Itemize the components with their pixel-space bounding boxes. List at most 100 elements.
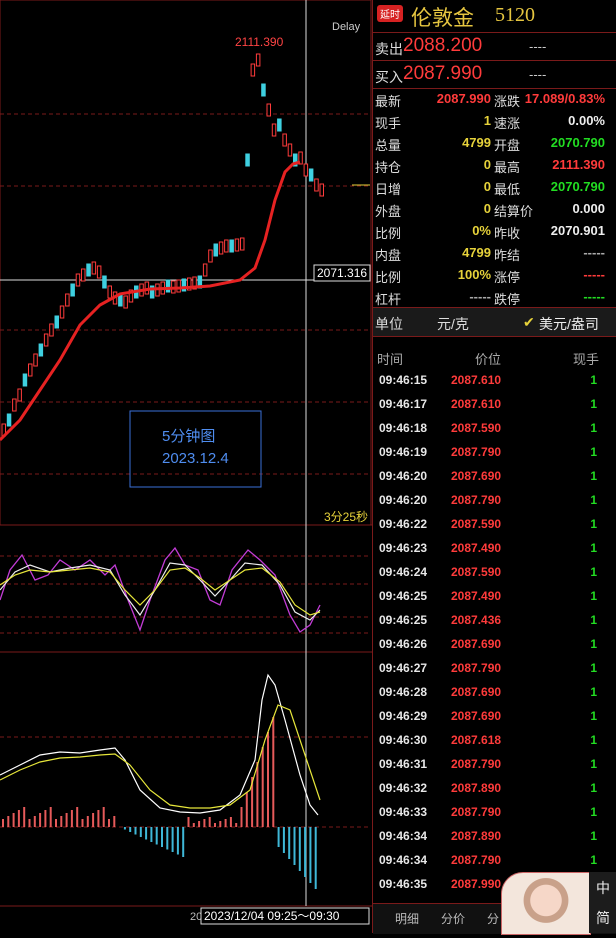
tick-volume: 1 [590,373,597,387]
candle [12,398,17,412]
candle [6,413,12,427]
price-grid [0,113,370,828]
tick-row: 09:46:19 2087.790 1 [373,440,616,464]
macd-bar [224,819,227,827]
tick-price: 2087.790 [451,805,502,819]
candle [277,118,282,132]
sell-quote-row: 卖出 2088.200 ---- [373,33,616,61]
candle [287,143,293,157]
units-bar: 单位 元/克 ✔ 美元/盎司 [373,307,616,337]
candle [65,293,70,307]
macd-bar [60,816,63,827]
tick-row: 09:46:29 2087.690 1 [373,704,616,728]
candle [107,285,112,299]
macd-bar [108,819,110,827]
side-toggle-bottom[interactable]: 简 [589,908,616,928]
tab-detail[interactable]: 明细 [395,910,419,927]
candle [255,53,261,67]
kline-chart[interactable]: 2111.390 Delay 2071.316 5分钟图 2023.12.4 3… [0,0,372,933]
tick-list: 时间 价位 现手 09:46:15 2087.610 1 09:46:17 2087.6… [373,346,616,896]
candle [213,243,218,257]
candle [81,268,86,282]
stat-value: 0 [483,157,491,172]
stat-label: 跌停 [494,292,521,307]
stats-grid: 最新 2087.990 涨跌 17.089/0.83% 现手 1 速涨 0.00% 总量 4799… [373,88,616,308]
buy-price: 2087.990 [403,63,483,84]
macd-bar [245,792,248,827]
tab-partial[interactable]: 分 [487,910,499,927]
macd-bar [155,827,158,845]
units-option-usd[interactable]: 美元/盎司 [539,314,599,334]
sell-price: 2088.200 [403,35,483,56]
instrument-code: 5120 [495,4,535,26]
tick-volume: 1 [590,733,597,747]
sell-volume: ---- [529,39,547,54]
candle [250,63,256,77]
macd-bar [298,827,301,871]
tick-volume: 1 [590,397,597,411]
stat-label: 最新 [375,94,402,109]
macd-bar [288,827,291,859]
stat-value: 2070.790 [550,179,605,194]
tick-row: 09:46:30 2087.618 1 [373,728,616,752]
stats-row: 比例 100% 涨停 ----- [373,264,616,286]
tick-price: 2087.610 [451,373,502,387]
stat-label: 昨收 [494,226,521,241]
stat-value: 2070.790 [550,135,605,150]
units-option-cny[interactable]: 元/克 [437,314,469,334]
candle [91,261,97,275]
tick-price: 2087.790 [451,445,502,459]
macd-dea-line [0,704,321,809]
macd-bar [240,807,243,827]
side-toggle-top[interactable]: 中 [589,878,616,898]
macd-bar [192,823,195,827]
delay-label: Delay [332,21,361,33]
tick-header-vol: 现手 [572,352,599,367]
tick-volume: 1 [590,589,597,603]
tick-time: 09:46:18 [379,421,428,435]
tick-price: 2087.790 [451,493,502,507]
tick-header: 时间 价位 现手 [373,346,616,368]
candle [22,373,28,387]
tick-row: 09:46:27 2087.790 1 [373,656,616,680]
tick-price: 2087.490 [451,541,502,555]
kdj-j-line [0,546,321,633]
stats-row: 杠杆 ----- 跌停 ----- [373,286,616,308]
macd-bar [261,747,264,827]
side-toggle[interactable]: 中 简 [589,872,616,933]
tab-price-split[interactable]: 分价 [441,910,465,927]
tick-volume: 1 [590,493,597,507]
kline-svg[interactable]: 2111.390 Delay 2071.316 5分钟图 2023.12.4 3… [0,0,372,933]
stat-label: 最高 [494,160,521,175]
stat-value: 0 [483,179,491,194]
candle [102,275,107,289]
caption-line2: 2023.12.4 [162,450,229,467]
stat-label: 外盘 [375,204,402,219]
stat-label: 总量 [375,138,402,153]
macd-bar [293,827,296,865]
tick-price: 2087.790 [451,661,502,675]
tick-time: 09:46:17 [379,397,428,411]
avatar[interactable] [501,872,591,935]
tick-time: 09:46:28 [379,685,428,699]
instrument-header: 延时 伦敦金 5120 [373,0,616,33]
tick-row: 09:46:23 2087.490 1 [373,536,616,560]
macd-bar [214,823,216,827]
tick-row: 09:46:25 2087.490 1 [373,584,616,608]
stats-row: 比例 0% 昨收 2070.901 [373,220,616,242]
tick-row: 09:46:26 2087.690 1 [373,632,616,656]
macd-bar [81,819,84,827]
macd-bar [92,813,95,827]
tick-header-price: 价位 [475,352,502,367]
candle [165,279,171,293]
candle [245,153,250,167]
macd-bar [150,827,153,842]
stat-label: 最低 [494,182,521,197]
macd-bar [76,807,79,827]
tick-price: 2087.690 [451,469,502,483]
tick-time: 09:46:33 [379,805,428,819]
macd-bar [55,819,57,827]
tick-time: 09:46:20 [379,469,428,483]
tick-time: 09:46:35 [379,877,428,891]
tick-time: 09:46:23 [379,541,428,555]
